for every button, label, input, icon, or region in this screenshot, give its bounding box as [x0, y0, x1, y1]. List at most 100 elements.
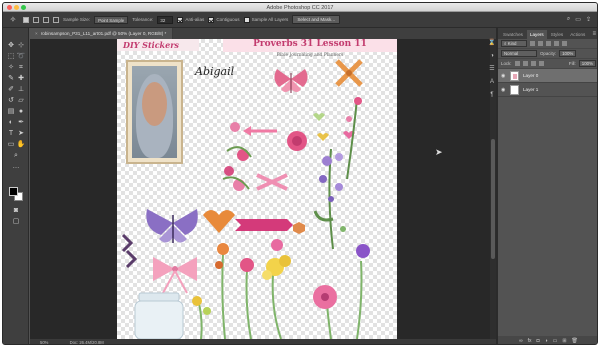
close-document-icon[interactable]: × [35, 31, 38, 36]
fill-input[interactable]: 100% [578, 60, 596, 67]
sample-all-layers-option[interactable]: Sample All Layers [243, 16, 288, 23]
dodge-tool-icon[interactable]: ◐ [6, 118, 16, 128]
pink-daisy-sticker [313, 285, 337, 339]
layer-name[interactable]: Layer 0 [523, 73, 538, 78]
layer-row[interactable]: ◉ Layer 1 [498, 83, 597, 97]
search-icon[interactable]: ⌕ [567, 16, 570, 23]
opacity-input[interactable]: 100% [559, 50, 577, 57]
gradient-tool-icon[interactable]: ▤ [6, 107, 16, 117]
pixel-filter-icon[interactable] [530, 41, 535, 46]
type-tool-icon[interactable]: T [6, 129, 16, 139]
blend-mode-select[interactable]: Normal [501, 50, 537, 57]
screen-mode-icon[interactable]: ▢ [11, 217, 21, 227]
delete-layer-icon[interactable]: 🗑 [572, 338, 578, 344]
contiguous-option[interactable]: Contiguous [208, 16, 240, 23]
foreground-color-swatch[interactable] [9, 187, 18, 196]
contiguous-checkbox[interactable] [208, 16, 215, 23]
lock-pixels-icon[interactable] [522, 61, 528, 66]
history-brush-icon[interactable]: ↺ [6, 96, 16, 106]
clone-stamp-icon[interactable]: ⊥ [16, 85, 26, 95]
green-leaf-sprig-sticker [340, 226, 346, 232]
document-tab-label: robinsampson_P31_L11_art01.pdf @ 50% (La… [40, 31, 167, 36]
adjustments-panel-icon[interactable]: ◑ [488, 52, 496, 60]
fill-label: Fill: [568, 61, 576, 66]
add-to-selection-icon[interactable] [33, 16, 39, 23]
link-layers-icon[interactable]: ∞ [519, 338, 523, 344]
visibility-eye-icon[interactable]: ◉ [501, 87, 506, 93]
layer-kind-filter[interactable]: ⌕ Kind [501, 40, 527, 47]
shape-tool-icon[interactable]: ▭ [6, 140, 16, 150]
sample-size-select[interactable]: Point Sample [94, 15, 129, 24]
move-tool-icon[interactable]: ✥ [6, 41, 16, 51]
artboard-tool-icon[interactable]: ⊹ [16, 41, 26, 51]
brush-tool-icon[interactable]: ✐ [6, 85, 16, 95]
chevron-arrow-sticker [121, 233, 138, 269]
magic-wand-icon[interactable]: ✧ [6, 63, 16, 73]
lock-position-icon[interactable] [530, 61, 536, 66]
purple-butterfly-sticker [146, 209, 198, 243]
eraser-tool-icon[interactable]: ▱ [16, 96, 26, 106]
subtract-selection-icon[interactable] [43, 16, 49, 23]
tab-swatches[interactable]: Swatches [500, 30, 526, 39]
layer-style-icon[interactable]: fx [528, 338, 532, 344]
paragraph-panel-icon[interactable]: ¶ [488, 91, 496, 99]
lasso-tool-icon[interactable]: ➰ [16, 52, 26, 62]
eyedropper-tool-icon[interactable]: ✎ [6, 74, 16, 84]
canvas-workspace[interactable]: DIY Stickers Proverbs 31 Lesson 11 Bible… [30, 39, 496, 339]
new-group-icon[interactable]: ▭ [553, 338, 558, 344]
shape-filter-icon[interactable] [554, 41, 559, 46]
workspace-icon[interactable]: ▭ [575, 16, 581, 23]
canvas-scroll-thumb[interactable] [491, 139, 495, 259]
panel-dock: ⌛ ◑ ☰ A ¶ [488, 39, 496, 104]
healing-brush-icon[interactable]: ✚ [16, 74, 26, 84]
lock-transparency-icon[interactable] [514, 61, 520, 66]
history-panel-icon[interactable]: ⌛ [488, 39, 496, 47]
layer-thumbnail [510, 84, 519, 95]
sticker-illustrations [121, 59, 370, 339]
tolerance-label: Tolerance: [132, 17, 154, 22]
type-filter-icon[interactable] [546, 41, 551, 46]
layer-name[interactable]: Layer 1 [523, 87, 538, 92]
pen-tool-icon[interactable]: ✒ [16, 118, 26, 128]
document-canvas[interactable]: DIY Stickers Proverbs 31 Lesson 11 Bible… [117, 39, 397, 339]
share-icon[interactable]: ⇪ [586, 16, 591, 23]
marquee-tool-icon[interactable]: ⬚ [6, 52, 16, 62]
tab-layers[interactable]: Layers [526, 30, 547, 39]
zoom-tool-icon[interactable]: ⌕ [11, 151, 21, 161]
select-and-mask-button[interactable]: Select and Mask... [292, 15, 341, 24]
tab-actions[interactable]: Actions [567, 30, 588, 39]
hand-tool-icon[interactable]: ✋ [16, 140, 26, 150]
character-panel-icon[interactable]: A [488, 78, 496, 86]
contiguous-label: Contiguous [216, 16, 240, 22]
orange-wildflower-sticker [215, 243, 229, 339]
sample-all-layers-checkbox[interactable] [243, 16, 250, 23]
new-selection-icon[interactable] [23, 16, 29, 23]
layer-row[interactable]: ◉ Layer 0 [498, 69, 597, 83]
add-mask-icon[interactable]: ◘ [537, 338, 540, 344]
visibility-eye-icon[interactable]: ◉ [501, 73, 506, 79]
adjustment-layer-icon[interactable]: ◑ [545, 338, 548, 344]
panel-menu-icon[interactable]: ≡ [592, 30, 597, 39]
zoom-level[interactable]: 50% [40, 340, 48, 344]
blur-tool-icon[interactable]: ● [16, 107, 26, 117]
smart-object-filter-icon[interactable] [562, 41, 567, 46]
document-tab[interactable]: × robinsampson_P31_L11_art01.pdf @ 50% (L… [31, 28, 174, 39]
anti-alias-option[interactable]: Anti-alias [177, 16, 204, 23]
magic-wand-tool-icon[interactable]: ✧ [7, 14, 19, 26]
adjustment-filter-icon[interactable] [538, 41, 543, 46]
tab-styles[interactable]: Styles [548, 30, 567, 39]
blend-opacity-row: Normal Opacity: 100% [498, 49, 597, 59]
layer-kind-label: Kind [507, 41, 517, 46]
lock-all-icon[interactable] [538, 61, 544, 66]
crop-tool-icon[interactable]: ⌗ [16, 63, 26, 73]
path-selection-icon[interactable]: ➤ [16, 129, 26, 139]
properties-panel-icon[interactable]: ☰ [488, 65, 496, 73]
tolerance-input[interactable]: 32 [157, 15, 174, 24]
document-info[interactable]: Doc: 26.4M/20.8M [70, 340, 104, 344]
anti-alias-checkbox[interactable] [177, 16, 184, 23]
new-layer-icon[interactable]: ⊞ [562, 338, 566, 344]
quick-mask-icon[interactable]: ◙ [11, 206, 21, 216]
yellow-sprig-sticker [192, 296, 211, 339]
more-tools-icon[interactable]: … [11, 162, 21, 172]
intersect-selection-icon[interactable] [53, 16, 59, 23]
